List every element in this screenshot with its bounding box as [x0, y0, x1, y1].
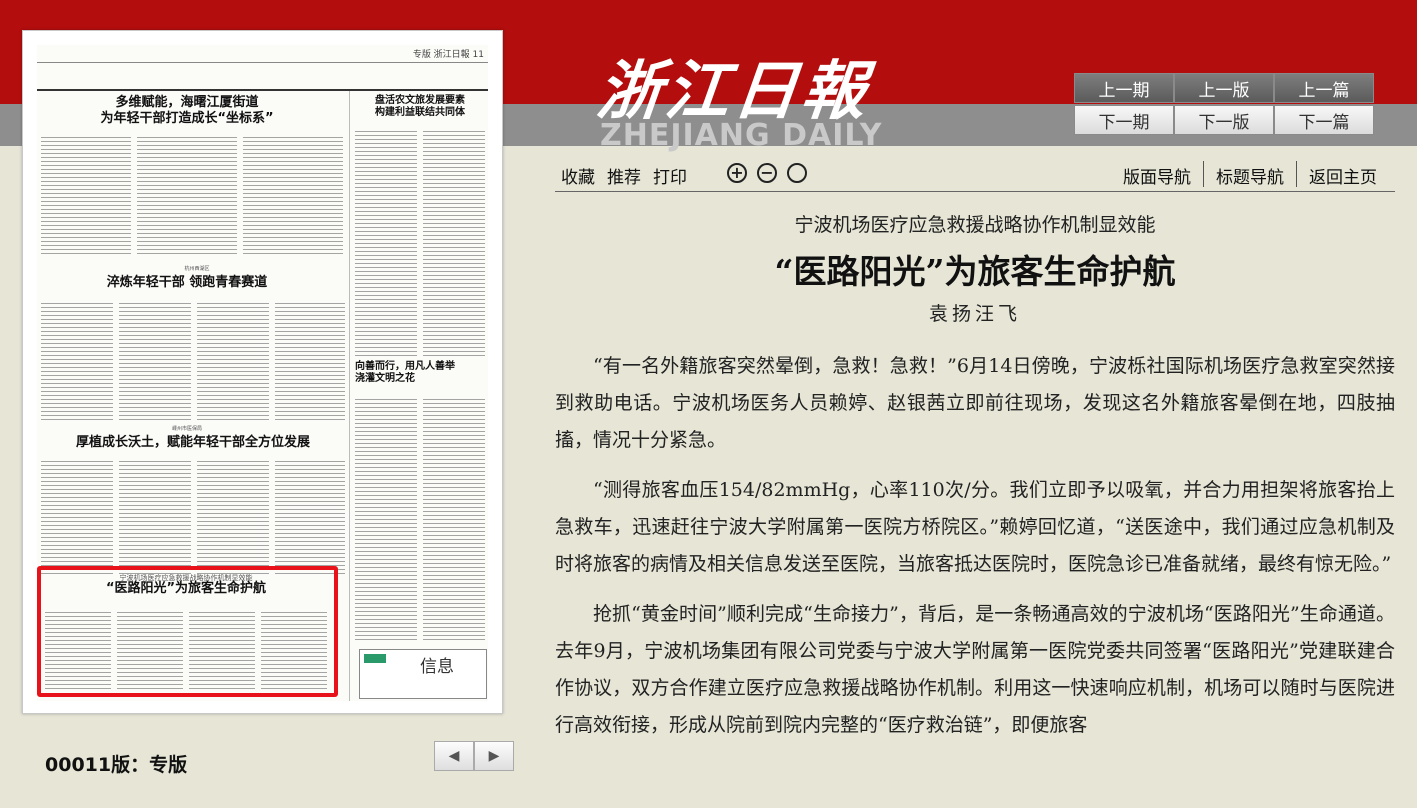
- article-paragraph: 抢抓“黄金时间”顺利完成“生命接力”，背后，是一条畅通高效的宁波机场“医路阳光”…: [555, 603, 1395, 736]
- page-label: 00011版：专版: [45, 754, 188, 776]
- article-title: “医路阳光”为旅客生命护航: [774, 252, 1176, 291]
- thumb-text: [355, 397, 417, 643]
- thumb-text: [261, 610, 327, 690]
- thumb-text: [275, 459, 345, 575]
- thumb-text: [423, 129, 485, 359]
- recommend-link[interactable]: 推荐: [607, 163, 641, 188]
- thumb-text: [41, 301, 113, 421]
- prev-issue-button[interactable]: 上一期: [1074, 73, 1174, 103]
- article: 宁波机场医疗应急救援战略协作机制显效能 “医路阳光”为旅客生命护航 袁扬汪飞 “…: [555, 210, 1395, 757]
- thumb-headline-1[interactable]: 多维赋能，海曙江厦街道 为年轻干部打造成长“坐标系”: [77, 95, 297, 126]
- thumb-text: [189, 610, 255, 690]
- thumb-headline-4-line1: 盘活农文旅发展要素: [375, 95, 465, 106]
- print-link[interactable]: 打印: [653, 163, 687, 188]
- article-toolbar: 收藏 推荐 打印 + − 版面导航 标题导航 返回主页: [555, 160, 1395, 192]
- thumb-kicker-2: 杭州西湖区: [184, 266, 210, 272]
- next-article-button[interactable]: 下一篇: [1274, 105, 1374, 135]
- issue-navigation: 上一期 上一版 上一篇 下一期 下一版 下一篇: [1074, 73, 1374, 135]
- thumb-headline-2[interactable]: 淬炼年轻干部 领跑青春赛道: [87, 275, 287, 291]
- thumb-text: [41, 459, 113, 575]
- article-body: “有一名外籍旅客突然晕倒，急救！急救！”6月14日傍晚，宁波栎社国际机场医疗急救…: [555, 348, 1395, 744]
- thumb-headline-6: “医路阳光”为旅客生命护航: [105, 581, 267, 596]
- thumb-text: [275, 301, 345, 421]
- thumb-headline-5-line1: 向善而行，用凡人善举: [355, 361, 455, 372]
- page-pager: ◀ ▶: [434, 741, 514, 771]
- thumbnail-page-number: 专版 浙江日報 11: [412, 50, 484, 60]
- page-thumbnail[interactable]: 专版 浙江日報 11 多维赋能，海曙江厦街道 为年轻干部打造成长“坐标系” 杭州…: [22, 30, 503, 714]
- masthead-english: ZHEJIANG DAILY: [600, 118, 883, 153]
- page-nav-link[interactable]: 版面导航: [1123, 163, 1191, 189]
- thumbnail-header: 专版 浙江日報 11: [37, 45, 488, 63]
- thumb-text: [41, 135, 131, 255]
- pager-prev-button[interactable]: ◀: [434, 741, 474, 771]
- next-issue-button[interactable]: 下一期: [1074, 105, 1174, 135]
- thumb-text: [197, 459, 269, 575]
- thumb-text: [45, 610, 111, 690]
- article-author: 袁扬汪飞: [928, 303, 1021, 325]
- divider: [1203, 161, 1204, 187]
- thumbnail-column-rule: [349, 91, 350, 701]
- thumb-info-title: 信息: [420, 657, 454, 677]
- prev-article-button[interactable]: 上一篇: [1274, 73, 1374, 103]
- zoom-reset-icon[interactable]: [787, 163, 807, 183]
- thumb-headline-1-line1: 多维赋能，海曙江厦街道: [115, 95, 259, 110]
- thumb-headline-4-line2: 构建利益联结共同体: [375, 107, 465, 118]
- thumb-headline-4[interactable]: 盘活农文旅发展要素 构建利益联结共同体: [355, 95, 485, 119]
- prev-page-button[interactable]: 上一版: [1174, 73, 1274, 103]
- thumb-text: [137, 135, 237, 255]
- thumb-text: [355, 129, 417, 359]
- info-tag: [364, 654, 386, 663]
- thumbnail-rule: [37, 89, 488, 91]
- thumb-text: [117, 610, 183, 690]
- thumb-text: [119, 301, 191, 421]
- title-nav-link[interactable]: 标题导航: [1216, 163, 1284, 189]
- thumb-text: [423, 397, 485, 643]
- divider: [1296, 161, 1297, 187]
- toolbar-actions: 收藏 推荐 打印: [561, 163, 687, 188]
- favorite-link[interactable]: 收藏: [561, 163, 595, 188]
- selected-article-highlight[interactable]: 宁波机场医疗应急救援战略协作机制显效能 “医路阳光”为旅客生命护航: [37, 566, 338, 697]
- thumb-kicker-3: 嵊州市医保局: [171, 426, 202, 432]
- thumb-text: [197, 301, 269, 421]
- thumb-info-box[interactable]: 信息: [359, 649, 487, 699]
- next-page-button[interactable]: 下一版: [1174, 105, 1274, 135]
- zoom-out-icon[interactable]: −: [757, 163, 777, 183]
- article-paragraph: “测得旅客血压154/82mmHg，心率110次/分。我们立即予以吸氧，并合力用…: [555, 479, 1395, 575]
- thumb-text: [243, 135, 343, 255]
- thumb-headline-5[interactable]: 向善而行，用凡人善举 浇灌文明之花: [355, 361, 485, 385]
- zoom-controls: + −: [727, 163, 807, 183]
- thumb-headline-1-line2: 为年轻干部打造成长“坐标系”: [100, 110, 274, 126]
- thumb-headline-3[interactable]: 厚植成长沃土，赋能年轻干部全方位发展: [41, 435, 345, 451]
- pager-next-button[interactable]: ▶: [474, 741, 514, 771]
- thumb-headline-5-line2: 浇灌文明之花: [355, 373, 415, 384]
- toolbar-navigation: 版面导航 标题导航 返回主页: [1123, 161, 1377, 189]
- home-link[interactable]: 返回主页: [1309, 163, 1377, 189]
- article-paragraph: “有一名外籍旅客突然晕倒，急救！急救！”6月14日傍晚，宁波栎社国际机场医疗急救…: [555, 355, 1395, 451]
- zoom-in-icon[interactable]: +: [727, 163, 747, 183]
- article-subtitle: 宁波机场医疗应急救援战略协作机制显效能: [794, 214, 1156, 236]
- thumb-text: [119, 459, 191, 575]
